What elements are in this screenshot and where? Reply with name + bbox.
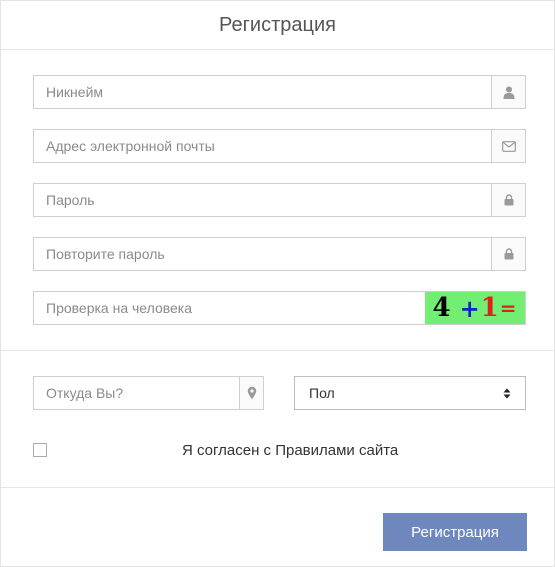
agreement-label[interactable]: Я согласен с Правилами сайта [182, 442, 398, 459]
captcha-number-1: 4 [432, 293, 452, 323]
location-field-group [33, 376, 264, 410]
captcha-image: 4 + 1 = [425, 292, 525, 324]
email-field-group [33, 129, 526, 163]
footer-divider [1, 487, 554, 488]
agreement-checkbox[interactable] [33, 443, 47, 457]
password-repeat-field-group [33, 237, 526, 271]
captcha-number-2: 1 [480, 293, 500, 323]
gender-select[interactable]: Пол [294, 376, 526, 410]
email-input[interactable] [34, 130, 491, 162]
gender-select-value: Пол [309, 385, 335, 401]
nickname-field-group [33, 75, 526, 109]
password-repeat-input[interactable] [34, 238, 491, 270]
password-input[interactable] [34, 184, 491, 216]
user-icon [491, 76, 525, 108]
captcha-field-group: 4 + 1 = [33, 291, 526, 325]
envelope-icon [491, 130, 525, 162]
lock-icon [491, 184, 525, 216]
lock-icon [491, 238, 525, 270]
captcha-plus: + [459, 293, 481, 323]
agreement-row: Я согласен с Правилами сайта [33, 440, 526, 460]
captcha-equals: = [499, 296, 518, 320]
section-divider [1, 350, 554, 351]
map-marker-icon [239, 377, 263, 409]
captcha-input[interactable] [34, 292, 425, 324]
password-field-group [33, 183, 526, 217]
sort-arrows-icon [503, 388, 511, 399]
registration-panel: Регистрация 4 + 1 = [0, 0, 555, 567]
nickname-input[interactable] [34, 76, 491, 108]
register-button[interactable]: Регистрация [383, 513, 527, 551]
form-title: Регистрация [1, 1, 554, 50]
location-input[interactable] [34, 377, 239, 409]
